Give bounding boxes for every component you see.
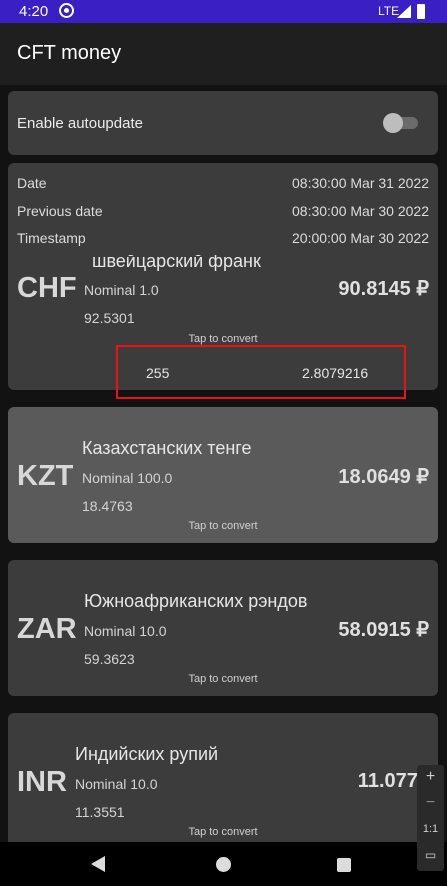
rates-info-card: Date 08:30:00 Mar 31 2022 Previous date … <box>8 163 438 255</box>
currency-nominal: Nominal 100.0 <box>82 470 173 486</box>
currency-name: Казахстанских тенге <box>82 438 252 458</box>
navigation-bar <box>0 842 447 886</box>
currency-nominal: Nominal 1.0 <box>84 282 159 298</box>
currency-previous-rate: 92.5301 <box>84 310 135 326</box>
home-icon[interactable] <box>216 857 231 872</box>
currency-rate: 58.0915 ₽ <box>338 619 429 641</box>
tap-to-convert-hint: Tap to convert <box>188 826 258 838</box>
autoupdate-card: Enable autoupdate <box>8 91 438 155</box>
network-type: LTE <box>378 4 400 18</box>
signal-icon <box>397 5 411 18</box>
currency-previous-rate: 59.3623 <box>84 651 135 667</box>
info-value: 08:30:00 Mar 30 2022 <box>292 203 429 219</box>
app-title: CFT money <box>17 42 122 64</box>
tap-to-convert-hint: Tap to convert <box>188 673 258 685</box>
tap-to-convert-hint: Tap to convert <box>188 333 258 345</box>
currency-code: CHF <box>17 272 77 304</box>
currency-nominal: Nominal 10.0 <box>84 623 167 639</box>
app-bar: CFT money <box>0 23 447 85</box>
info-value: 20:00:00 Mar 30 2022 <box>292 230 429 246</box>
notification-icon <box>59 3 74 18</box>
autoupdate-label: Enable autoupdate <box>17 115 143 132</box>
info-label: Previous date <box>17 203 103 219</box>
currency-name: Индийских рупий <box>75 744 219 764</box>
zoom-out-button[interactable]: − <box>417 794 444 812</box>
zoom-in-button[interactable]: + <box>417 768 444 786</box>
highlight-annotation <box>116 345 406 399</box>
tap-to-convert-hint: Tap to convert <box>188 520 258 532</box>
info-label: Timestamp <box>17 230 86 246</box>
currency-card-zar[interactable]: Южноафриканских рэндов ZAR Nominal 10.0 … <box>8 560 438 696</box>
currency-code: KZT <box>17 460 74 492</box>
currency-code: ZAR <box>17 613 77 645</box>
status-bar: 4:20 LTE <box>0 0 447 23</box>
toggle-thumb <box>383 113 403 133</box>
currency-nominal: Nominal 10.0 <box>75 776 158 792</box>
currency-code: INR <box>17 766 67 798</box>
recent-apps-icon[interactable] <box>337 858 351 872</box>
currency-card-kzt[interactable]: Казахстанских тенге KZT Nominal 100.0 18… <box>8 407 438 543</box>
currency-rate: 18.0649 ₽ <box>338 466 429 488</box>
info-value: 08:30:00 Mar 31 2022 <box>292 175 429 191</box>
status-time: 4:20 <box>19 3 49 20</box>
battery-icon <box>417 4 425 19</box>
zoom-controls: + − 1:1 ▭ <box>417 765 444 871</box>
currency-rate: 90.8145 ₽ <box>338 278 429 300</box>
zoom-reset-button[interactable]: 1:1 <box>417 823 444 835</box>
fit-screen-icon[interactable]: ▭ <box>417 848 444 862</box>
autoupdate-toggle[interactable] <box>383 113 418 133</box>
info-label: Date <box>17 175 47 191</box>
currency-card-inr[interactable]: Индийских рупий INR Nominal 10.0 11.0773… <box>8 713 438 853</box>
currency-previous-rate: 18.4763 <box>82 498 133 514</box>
currency-previous-rate: 11.3551 <box>75 804 125 820</box>
back-icon[interactable] <box>91 856 105 872</box>
currency-name: Южноафриканских рэндов <box>84 591 308 611</box>
